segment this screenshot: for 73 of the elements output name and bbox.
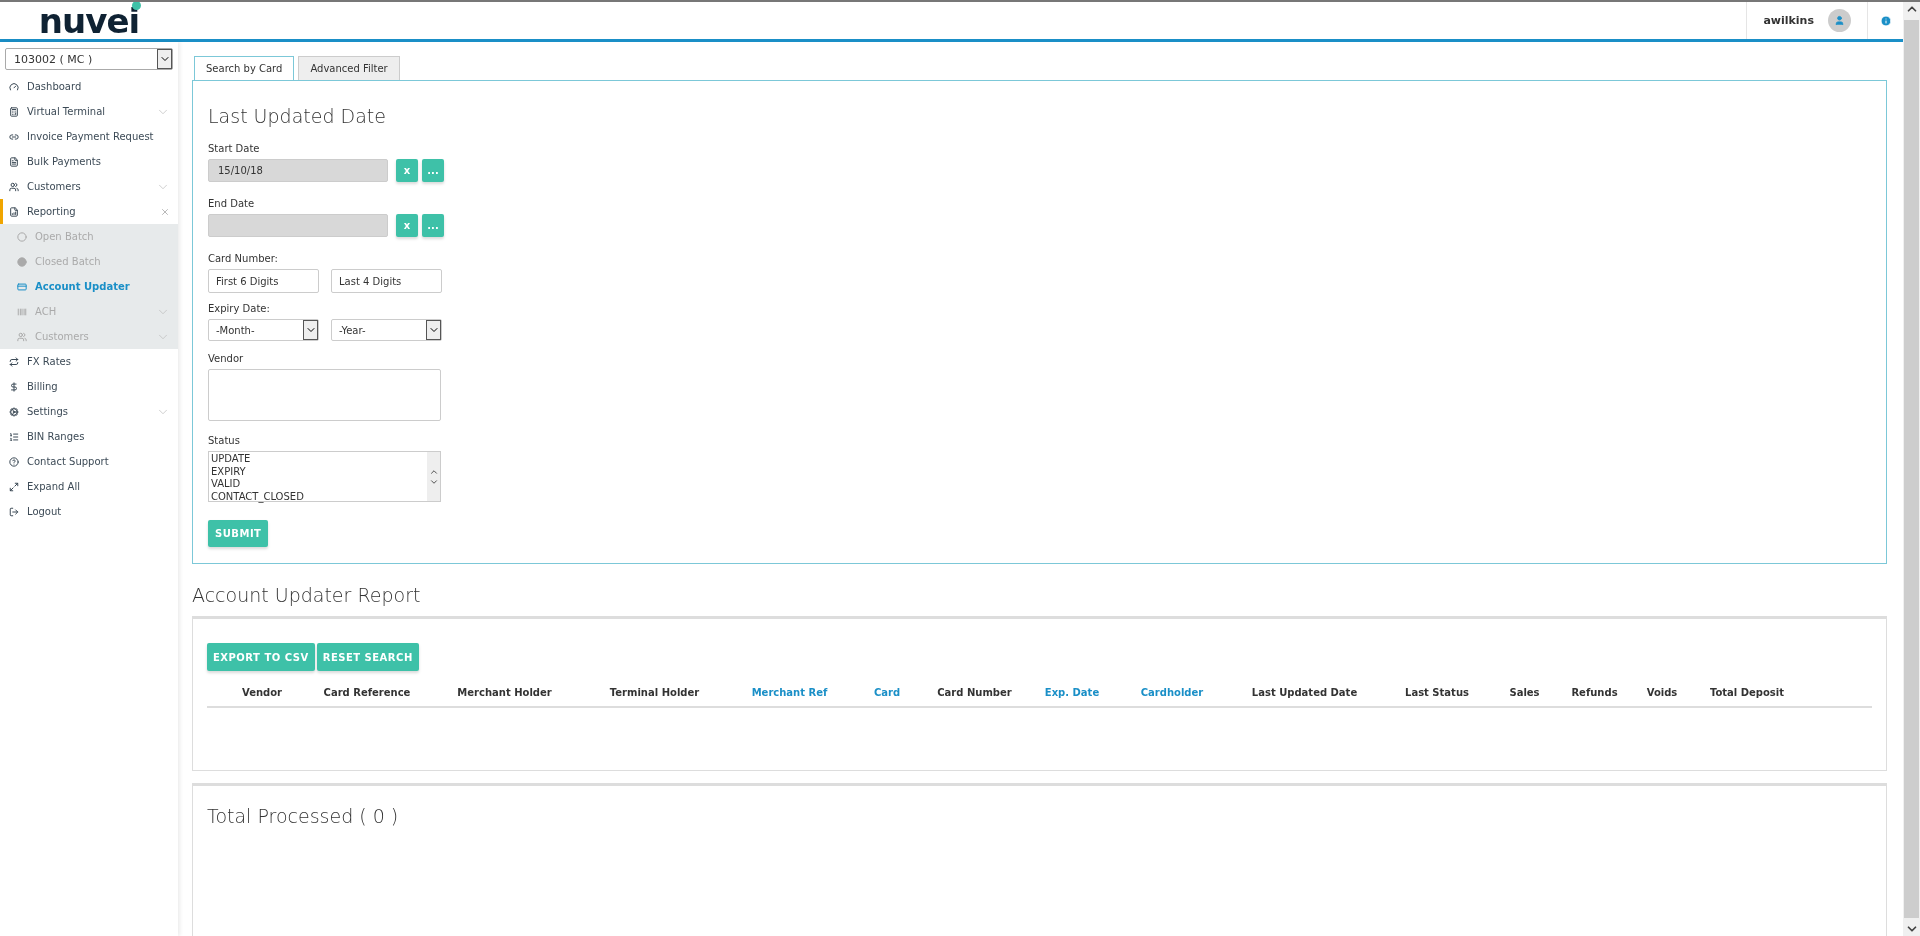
- column-header: Voids: [1645, 687, 1679, 698]
- sidebar-item[interactable]: Bulk Payments: [0, 149, 178, 174]
- help-icon: [9, 456, 19, 467]
- avatar-icon[interactable]: [1828, 9, 1851, 32]
- sidebar-item[interactable]: Contact Support: [0, 449, 178, 474]
- field-label: Start Date: [208, 143, 261, 154]
- username[interactable]: awilkins: [1763, 14, 1814, 27]
- field-label: End Date: [208, 198, 256, 209]
- year-select[interactable]: -Year-: [331, 319, 442, 341]
- document-icon: [9, 156, 19, 167]
- logout-icon: [9, 506, 19, 517]
- column-header: Refunds: [1570, 687, 1619, 698]
- column-header: Vendor: [240, 687, 284, 698]
- select-value: -Year-: [339, 324, 366, 336]
- sidebar-item[interactable]: Customers: [0, 174, 178, 199]
- merchant-select[interactable]: 103002 ( MC ): [5, 48, 173, 70]
- input-field[interactable]: First 6 Digits: [208, 269, 319, 293]
- sidebar-item[interactable]: Logout: [0, 499, 178, 524]
- column-header: Card Reference: [322, 687, 412, 698]
- sidebar-item[interactable]: Billing: [0, 374, 178, 399]
- tab[interactable]: Advanced Filter: [298, 56, 400, 81]
- sidebar-item[interactable]: BIN Ranges: [0, 424, 178, 449]
- column-header: Merchant Holder: [456, 687, 553, 698]
- select-value: -Month-: [216, 324, 255, 336]
- date-field[interactable]: 15/10/18: [208, 159, 388, 182]
- vendor-field[interactable]: [208, 369, 441, 421]
- expand-icon: [9, 481, 19, 492]
- field-label: Vendor: [208, 353, 245, 364]
- column-header[interactable]: Cardholder: [1117, 687, 1227, 698]
- column-header: Last Updated Date: [1250, 687, 1359, 698]
- exchange-icon: [9, 356, 19, 367]
- users-icon: [9, 181, 19, 192]
- section-title: Total Processed ( 0 ): [207, 805, 400, 827]
- status-listbox[interactable]: UPDATE EXPIRY VALID CONTACT_CLOSED: [208, 451, 441, 502]
- field-label: Status: [208, 435, 241, 446]
- info-icon[interactable]: [1879, 14, 1892, 27]
- sidebar-item[interactable]: Invoice Payment Request: [0, 124, 178, 149]
- sidebar-item[interactable]: Settings: [0, 399, 178, 424]
- report-icon: [9, 206, 19, 217]
- credit-card-icon: [17, 281, 27, 292]
- section-title: Account Updater Report: [192, 584, 422, 606]
- column-header: Total Deposit: [1708, 687, 1786, 698]
- column-header: Terminal Holder: [608, 687, 701, 698]
- list-icon: [9, 431, 19, 442]
- date-field[interactable]: [208, 214, 388, 237]
- link-icon: [9, 131, 19, 142]
- sidebar-item[interactable]: Dashboard: [0, 74, 178, 99]
- gauge-icon: [9, 81, 19, 92]
- barcode-icon: [17, 306, 27, 317]
- dot-icon: [17, 256, 27, 267]
- sidebar-item[interactable]: FX Rates: [0, 349, 178, 374]
- dollar-icon: [9, 381, 19, 392]
- gears-icon: [9, 406, 19, 417]
- column-header: Sales: [1508, 687, 1541, 698]
- column-header[interactable]: Card: [852, 687, 922, 698]
- input-field[interactable]: Last 4 Digits: [331, 269, 442, 293]
- month-select[interactable]: -Month-: [208, 319, 319, 341]
- sidebar-item[interactable]: Virtual Terminal: [0, 99, 178, 124]
- close-icon[interactable]: [160, 206, 170, 217]
- calculator-icon: [9, 106, 19, 117]
- circle-icon: [17, 231, 27, 242]
- scrollbar[interactable]: [1903, 2, 1920, 936]
- logo: nuvei: [38, 3, 140, 38]
- column-header: Card Number: [936, 687, 1013, 698]
- column-header[interactable]: Exp. Date: [1027, 687, 1117, 698]
- field-label: Expiry Date:: [208, 303, 271, 314]
- column-header[interactable]: Merchant Ref: [727, 687, 852, 698]
- section-title: Last Updated Date: [208, 105, 387, 127]
- tab[interactable]: Search by Card: [194, 56, 295, 81]
- column-header: Last Status: [1404, 687, 1470, 698]
- field-label: Card Number:: [208, 253, 279, 264]
- users-icon: [17, 331, 27, 342]
- sidebar-item[interactable]: Expand All: [0, 474, 178, 499]
